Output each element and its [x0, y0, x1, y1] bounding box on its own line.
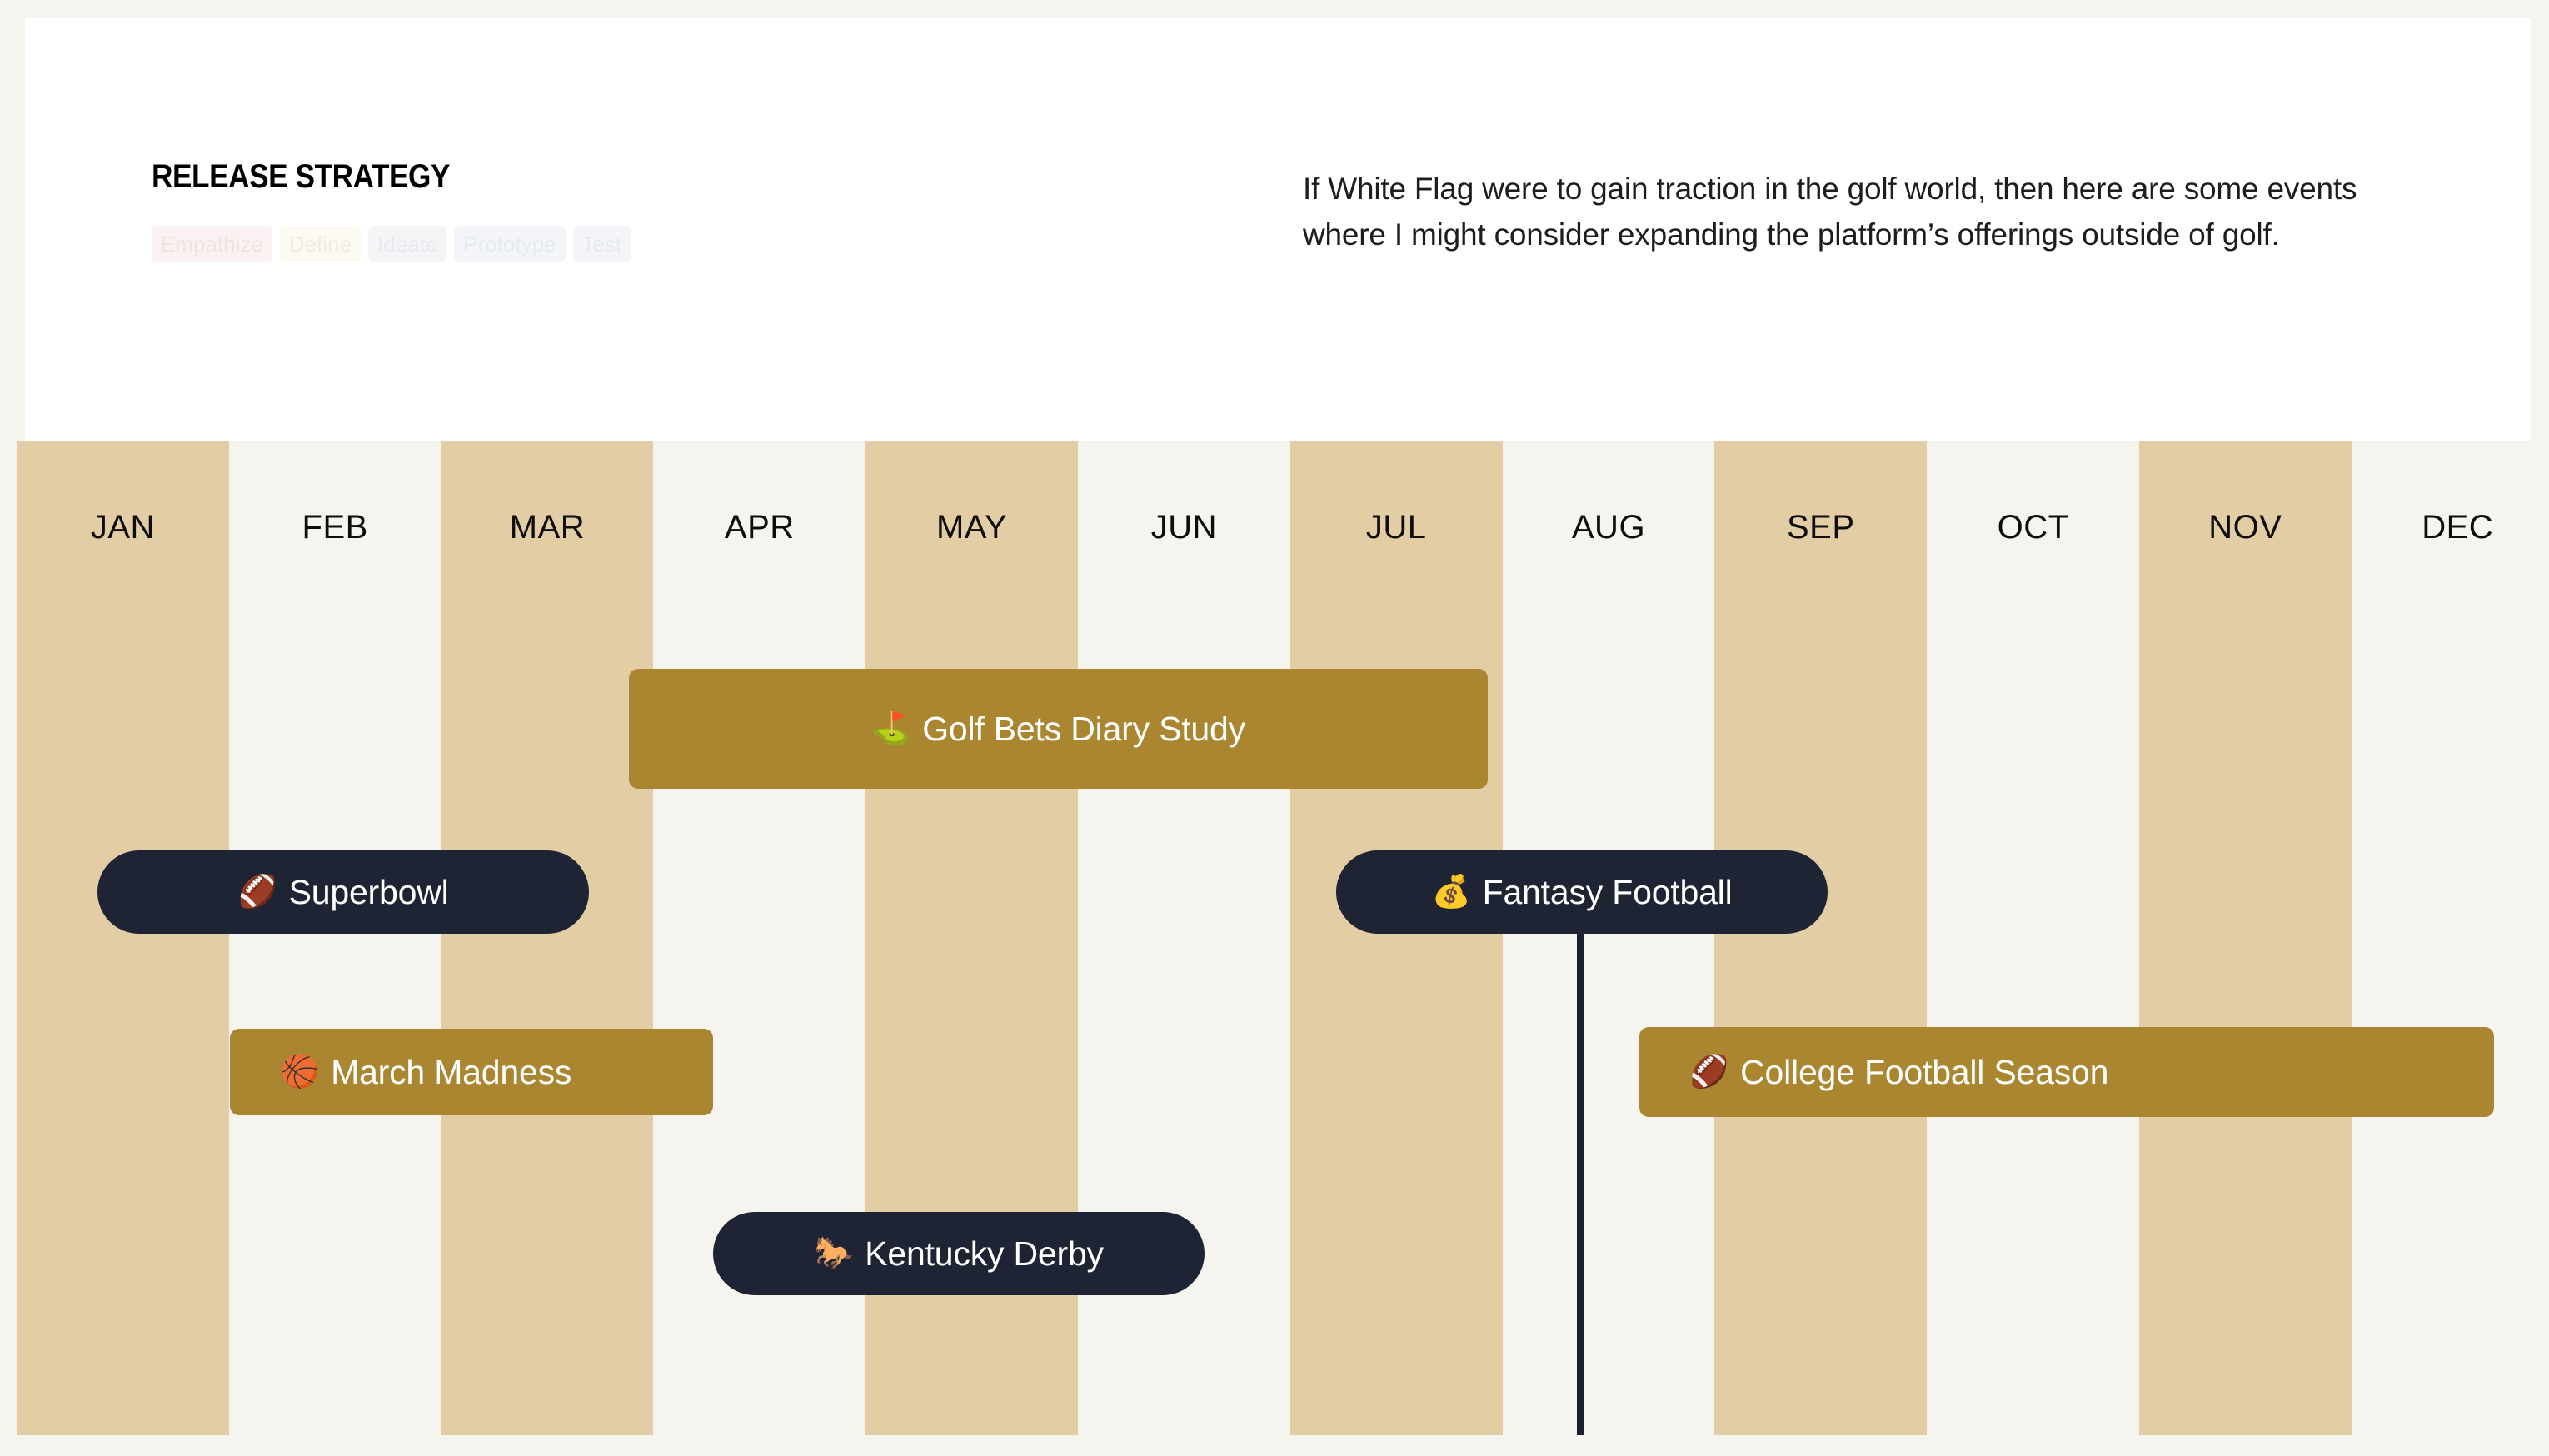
event-march-madness[interactable]: 🏀 March Madness [230, 1029, 713, 1115]
month-column-aug: AUG [1502, 441, 1715, 1435]
stage-tag-empathize[interactable]: Empathize [152, 226, 272, 262]
event-superbowl[interactable]: 🏈 Superbowl [97, 850, 589, 934]
horse-icon: 🐎 [814, 1236, 854, 1271]
event-label-march-madness: March Madness [331, 1052, 572, 1091]
month-column-mar: MAR [441, 441, 654, 1435]
month-label-jun: JUN [1150, 509, 1218, 546]
month-column-sep: SEP [1714, 441, 1928, 1435]
month-label-jul: JUL [1365, 509, 1427, 546]
money-bag-icon: 💰 [1431, 875, 1471, 910]
header-left-block: RELEASE STRATEGY Empathize Define Ideate… [152, 158, 1151, 262]
month-label-feb: FEB [302, 509, 368, 546]
stage-tag-ideate[interactable]: Ideate [368, 226, 447, 262]
month-label-nov: NOV [2208, 509, 2282, 546]
event-kentucky-derby[interactable]: 🐎 Kentucky Derby [713, 1212, 1205, 1295]
event-label-kentucky-derby: Kentucky Derby [865, 1234, 1104, 1273]
timeline: JAN FEB MAR APR MAY JUN JUL AUG SEP OCT NOV DEC ⛳ Go… [0, 441, 2549, 1456]
header-description: If White Flag were to gain traction in t… [1303, 172, 2357, 252]
stage-tag-define[interactable]: Define [279, 226, 361, 262]
event-golf-bets-diary-study[interactable]: ⛳ Golf Bets Diary Study [629, 669, 1488, 789]
month-column-jan: JAN [17, 441, 229, 1435]
month-label-dec: DEC [2422, 509, 2494, 546]
month-column-oct: OCT [1927, 441, 2139, 1435]
event-label-fantasy-football: Fantasy Football [1482, 872, 1733, 911]
month-label-jan: JAN [90, 509, 155, 546]
month-label-oct: OCT [1997, 509, 2069, 546]
process-stage-tags: Empathize Define Ideate Prototype Test [152, 226, 1151, 262]
american-football-icon: 🏈 [237, 875, 277, 910]
american-football-icon: 🏈 [1689, 1055, 1729, 1090]
header-panel: RELEASE STRATEGY Empathize Define Ideate… [25, 18, 2531, 441]
month-column-feb: FEB [228, 441, 441, 1435]
stage-tag-prototype[interactable]: Prototype [454, 226, 566, 262]
basketball-icon: 🏀 [280, 1055, 320, 1090]
event-label-superbowl: Superbowl [288, 872, 449, 911]
header-right-block: If White Flag were to gain traction in t… [1303, 167, 2402, 258]
stage-tag-test[interactable]: Test [572, 226, 631, 262]
event-label-golf-bets-diary-study: Golf Bets Diary Study [922, 709, 1245, 748]
month-column-jul: JUL [1289, 441, 1503, 1435]
month-columns: JAN FEB MAR APR MAY JUN JUL AUG SEP OCT NOV DEC [17, 441, 2549, 1435]
month-column-dec: DEC [2351, 441, 2549, 1435]
month-label-may: MAY [935, 509, 1008, 546]
month-label-mar: MAR [509, 509, 586, 546]
month-label-aug: AUG [1571, 509, 1646, 546]
golf-flag-icon: ⛳ [871, 711, 911, 746]
event-fantasy-football[interactable]: 💰 Fantasy Football [1336, 850, 1828, 934]
month-column-nov: NOV [2138, 441, 2352, 1435]
month-label-sep: SEP [1787, 509, 1855, 546]
page-title: RELEASE STRATEGY [152, 158, 451, 195]
month-label-apr: APR [724, 509, 795, 546]
event-label-college-football-season: College Football Season [1740, 1052, 2109, 1091]
event-college-football-season[interactable]: 🏈 College Football Season [1639, 1027, 2494, 1117]
